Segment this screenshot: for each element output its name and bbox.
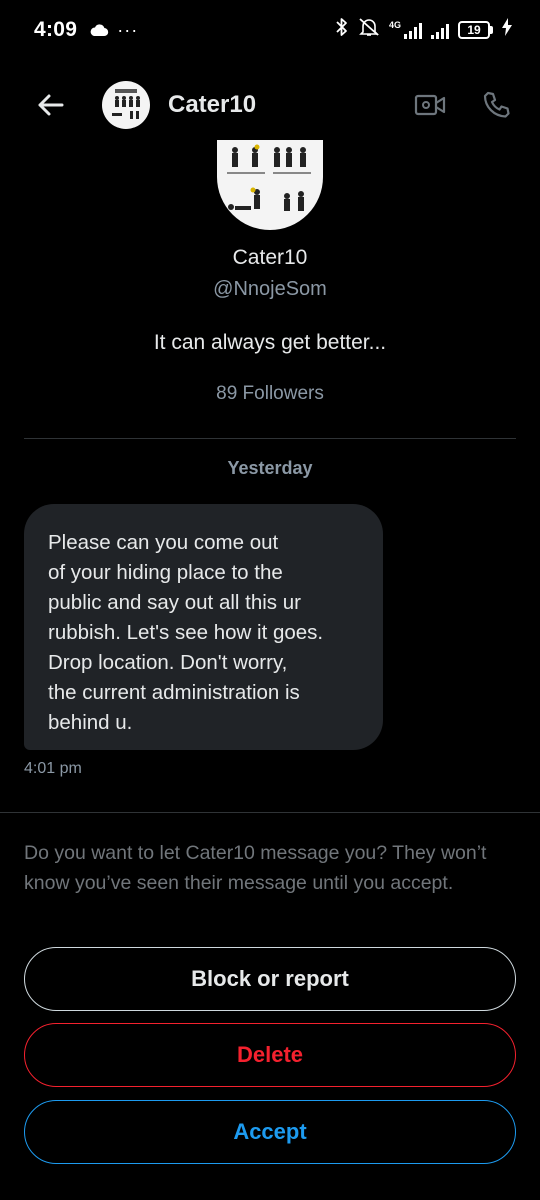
- status-more-icon: ···: [117, 19, 139, 40]
- status-bar: 4:09 ··· 4G 19: [0, 0, 540, 60]
- message-line: rubbish. Let's see how it goes.: [48, 621, 324, 644]
- status-icons: 4G 19: [335, 17, 512, 43]
- profile-handle: @NnojeSom: [213, 278, 327, 300]
- message-request-prompt: Do you want to let Cater10 message you? …: [24, 842, 487, 894]
- delete-button[interactable]: Delete: [24, 1023, 516, 1087]
- header-name[interactable]: Cater10: [168, 91, 256, 119]
- cloud-icon: [89, 23, 109, 37]
- charging-icon: [502, 18, 512, 42]
- message-line: of your hiding place to the: [48, 561, 283, 584]
- profile-bio: It can always get better...: [153, 331, 387, 354]
- bluetooth-icon: [335, 17, 349, 43]
- divider: [24, 438, 516, 439]
- mute-bell-icon: [358, 17, 380, 43]
- back-arrow-icon: [38, 94, 64, 116]
- video-call-icon: [414, 94, 446, 116]
- date-separator: Yesterday: [227, 458, 313, 478]
- profile-summary: Cater10 @NnojeSom It can always get bett…: [0, 140, 540, 405]
- header-avatar[interactable]: [102, 81, 150, 129]
- conversation-header: Cater10: [0, 70, 540, 140]
- message-line: Drop location. Don't worry,: [48, 651, 288, 674]
- battery-icon: 19: [458, 21, 493, 39]
- dm-request-screen: 4:09 ··· 4G 19 Cater10 Cater10 @NnojeSom…: [0, 0, 540, 1200]
- battery-level: 19: [458, 21, 490, 39]
- profile-avatar[interactable]: [217, 140, 323, 230]
- block-or-report-button[interactable]: Block or report: [24, 947, 516, 1011]
- phone-call-button[interactable]: [478, 87, 514, 123]
- profile-name: Cater10: [232, 246, 308, 269]
- message-timestamp: 4:01 pm: [24, 760, 82, 777]
- divider: [0, 812, 540, 813]
- message-line: the current administration is: [48, 681, 300, 704]
- accept-button[interactable]: Accept: [24, 1100, 516, 1164]
- profile-followers[interactable]: 89 Followers: [0, 383, 540, 405]
- header-actions: [412, 87, 514, 123]
- signal-4g-icon: 4G: [389, 21, 422, 39]
- received-message-bubble[interactable]: Please can you come out of your hiding p…: [24, 504, 383, 750]
- message-line: public and say out all this ur: [48, 591, 301, 614]
- message-line: Please can you come out: [48, 531, 279, 554]
- back-button[interactable]: [34, 89, 66, 121]
- network-type-label: 4G: [388, 20, 401, 30]
- message-line: behind u.: [48, 711, 133, 734]
- phone-call-icon: [483, 91, 510, 118]
- signal-strength-icon: [431, 21, 449, 39]
- video-call-button[interactable]: [412, 87, 448, 123]
- status-time: 4:09: [34, 18, 78, 41]
